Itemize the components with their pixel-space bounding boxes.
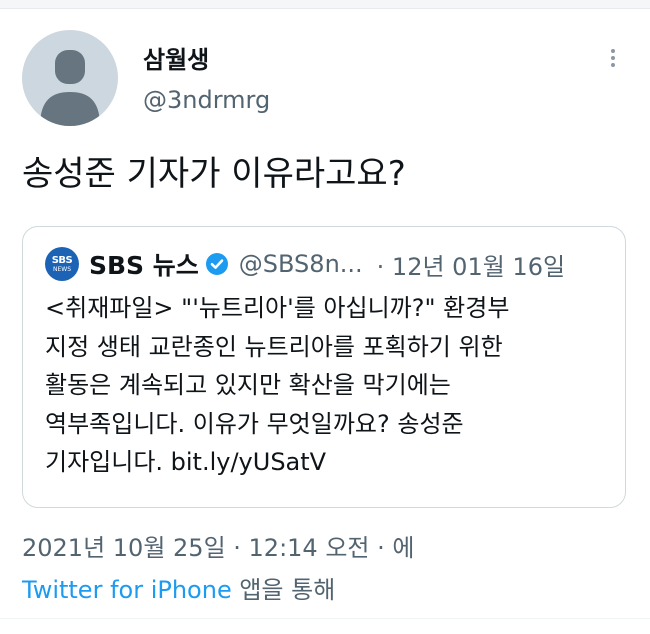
verified-badge-icon [205,253,228,275]
quoted-text-line: <취재파일> "'뉴트리아'를 아십니까?" 환경부 [45,294,510,322]
quoted-text-line: 역부족입니다. 이유가 무엇일까요? 송성준 [45,409,464,438]
top-divider [0,0,650,9]
quoted-display-name: SBS 뉴스 [89,251,199,280]
tweet-text: 송성준 기자가 이유라고요? [22,154,406,194]
avatar[interactable] [22,30,118,126]
quoted-handle: @SBS8n... [238,250,363,278]
default-avatar-icon [40,50,100,126]
display-name[interactable]: 삼월생 [143,40,209,75]
quoted-tweet-card[interactable]: SBS NEWS SBS 뉴스 @SBS8n... · 12년 01월 16일 … [22,226,626,508]
more-vertical-icon[interactable] [606,46,620,70]
quoted-text-line: 기자입니다. bit.ly/yUSatV [45,448,327,476]
sbs-news-logo[interactable]: SBS NEWS [45,247,79,281]
quoted-text-line: 활동은 계속되고 있지만 확산을 막기에는 [45,371,451,399]
quoted-text-line: 지정 생태 교란종인 뉴트리아를 포획하기 위한 [45,332,503,361]
tweet-source: Twitter for iPhone 앱을 통해 [22,570,335,605]
quoted-tweet-text: <취재파일> "'뉴트리아'를 아십니까?" 환경부 지정 생태 교란종인 뉴트… [45,289,611,482]
user-handle[interactable]: @3ndrmrg [143,86,270,114]
source-app-link[interactable]: Twitter for iPhone [22,576,232,604]
quoted-tweet-header: SBS NEWS SBS 뉴스 @SBS8n... · 12년 01월 16일 [45,244,565,284]
logo-text-bottom: NEWS [52,265,72,273]
bottom-divider [0,618,650,619]
quoted-date: · 12년 01월 16일 [376,252,566,281]
source-suffix: 앱을 통해 [231,576,336,604]
logo-text-top: SBS [51,254,73,266]
tweet-timestamp[interactable]: 2021년 10월 25일 · 12:14 오전 · 에 [22,528,414,563]
